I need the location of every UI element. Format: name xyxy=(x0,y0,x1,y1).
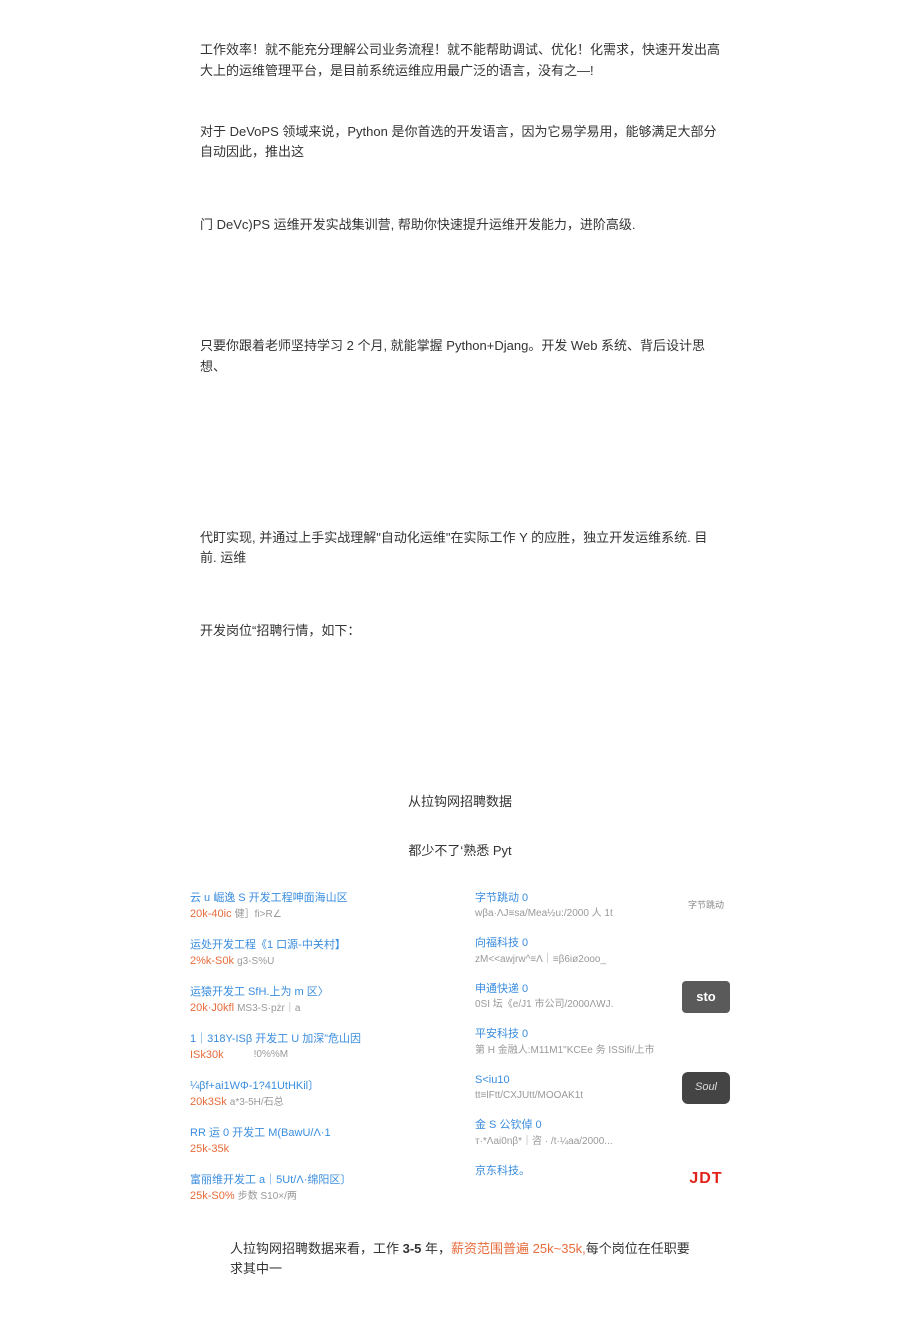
job-title-link[interactable]: 1｜318Y-ISβ 开发工 U 加深”危山因 xyxy=(190,1031,445,1048)
job-salary: ISk30k xyxy=(190,1047,224,1064)
job-meta: 健］fi>R∠ xyxy=(235,909,282,920)
sto-logo-icon: sto xyxy=(682,981,730,1013)
job-item: 向福科技 0 zM<<awjrw^≡Λ｜≡β6iø2ooo_ xyxy=(475,935,730,967)
job-salary-row: 20k-40ic 健］fi>R∠ xyxy=(190,906,445,923)
job-item: 京东科技。 JDT xyxy=(475,1163,730,1180)
soul-logo-icon: Soul xyxy=(682,1072,730,1104)
job-company-meta: 第 H 金融人:M11M1"KCEe 务 ISSifi/上市 xyxy=(475,1043,730,1058)
document-body: 工作效率！就不能充分理解公司业务流程！就不能帮助调试、优化！化需求，快速开发出高… xyxy=(0,0,920,1320)
job-meta: a*3-5H/石总 xyxy=(230,1097,284,1108)
paragraph-6: 开发岗位“招聘行情，如下： xyxy=(200,621,720,642)
paragraph-2: 对于 DeVoPS 领域来说，Python 是你首选的开发语言，因为它易学易用，… xyxy=(200,122,720,164)
job-item: 字节跳动 0 wβa·ΛJ≡sa/Mea½u:/2000 人 1t 字节跳动 xyxy=(475,890,730,922)
job-title-link[interactable]: RR 运 0 开发工 M(BawU/Λ·1 xyxy=(190,1125,445,1142)
job-item: 申通快递 0 0SI 坛《e/J1 市公司/2000ΛWJ. sto xyxy=(475,981,730,1013)
paragraph-5: 代盯实现, 并通过上手实战理解"自动化运维"在实际工作 Y 的应胜，独立开发运维… xyxy=(200,528,720,570)
job-title-link[interactable]: ¼βf+ai1WΦ-1?41UtHKil〕 xyxy=(190,1078,445,1095)
job-item: 平安科技 0 第 H 金融人:M11M1"KCEe 务 ISSifi/上市 xyxy=(475,1026,730,1058)
job-salary-row: 2%k-S0k g3-S%U xyxy=(190,953,445,970)
bottom-paragraph: 人拉钩网招聘数据来看，工作 3-5 年，薪资范围普遍 25k~35k,每个岗位在… xyxy=(200,1239,720,1281)
job-company-link[interactable]: 平安科技 0 xyxy=(475,1026,730,1043)
paragraph-3: 门 DeVc)PS 运维开发实战集训营, 帮助你快速提升运维开发能力，进阶高级. xyxy=(200,215,720,236)
bottom-salary: 薪资范围普遍 25k~35k, xyxy=(451,1241,586,1256)
section-heading-2: 都少不了‘熟悉 Pyt xyxy=(200,841,720,862)
job-company-link[interactable]: 金 S 公钦倬 0 xyxy=(475,1117,730,1134)
job-company-meta: т·*Λai0nβ*｜咨 · /t·¼aa/2000... xyxy=(475,1134,730,1149)
job-item: 云 u 崛逸 S 开发工程呻面海山区 20k-40ic 健］fi>R∠ xyxy=(190,890,445,923)
job-item: 运处开发工程《1 口源-中关村】 2%k-S0k g3-S%U xyxy=(190,937,445,970)
job-meta: MS3-S·pżr｜a xyxy=(237,1003,300,1014)
paragraph-1: 工作效率！就不能充分理解公司业务流程！就不能帮助调试、优化！化需求，快速开发出高… xyxy=(200,40,720,82)
job-column-left: 云 u 崛逸 S 开发工程呻面海山区 20k-40ic 健］fi>R∠ 运处开发… xyxy=(190,890,445,1219)
job-company-meta: zM<<awjrw^≡Λ｜≡β6iø2ooo_ xyxy=(475,952,730,967)
job-title-link[interactable]: 运猿开发工 SfH.上为 m 区〉 xyxy=(190,984,445,1001)
job-salary: 20k-40ic xyxy=(190,908,232,920)
job-title-link[interactable]: 富丽维开发工 a｜5Ut/Λ·绵阳区〕 xyxy=(190,1172,445,1189)
job-salary: 25k-S0% xyxy=(190,1190,235,1202)
job-title-link[interactable]: 运处开发工程《1 口源-中关村】 xyxy=(190,937,445,954)
job-salary: 25k-35k xyxy=(190,1143,229,1155)
job-item: 富丽维开发工 a｜5Ut/Λ·绵阳区〕 25k-S0% 步数 S10×/两 xyxy=(190,1172,445,1205)
job-company-link[interactable]: 向福科技 0 xyxy=(475,935,730,952)
job-salary: 2%k-S0k xyxy=(190,955,234,967)
job-title-link[interactable]: 云 u 崛逸 S 开发工程呻面海山区 xyxy=(190,890,445,907)
job-salary-row: 25k-35k xyxy=(190,1141,445,1158)
job-column-right: 字节跳动 0 wβa·ΛJ≡sa/Mea½u:/2000 人 1t 字节跳动 向… xyxy=(475,890,730,1219)
job-item: ¼βf+ai1WΦ-1?41UtHKil〕 20k3Sk a*3-5H/石总 xyxy=(190,1078,445,1111)
job-item: 金 S 公钦倬 0 т·*Λai0nβ*｜咨 · /t·¼aa/2000... xyxy=(475,1117,730,1149)
job-meta: 步数 S10×/两 xyxy=(238,1191,297,1202)
section-heading-1: 从拉钩网招聘数据 xyxy=(200,792,720,813)
job-meta: !0%%M xyxy=(254,1047,288,1064)
paragraph-4: 只要你跟着老师坚持学习 2 个月, 就能掌握 Python+Djang。开发 W… xyxy=(200,336,720,378)
job-salary-row: 20k3Sk a*3-5H/石总 xyxy=(190,1094,445,1111)
bytedance-logo-icon: 字节跳动 xyxy=(682,890,730,922)
job-salary-row: ISk30k !0%%M xyxy=(190,1047,445,1064)
bottom-prefix: 人拉钩网招聘数据来看，工作 xyxy=(230,1241,403,1256)
job-item: 运猿开发工 SfH.上为 m 区〉 20k·J0kfl MS3-S·pżr｜a xyxy=(190,984,445,1017)
bottom-years: 3-5 xyxy=(403,1241,422,1256)
jdt-logo-icon: JDT xyxy=(682,1163,730,1195)
bottom-mid: 年， xyxy=(421,1241,451,1256)
job-meta: g3-S%U xyxy=(237,956,274,967)
job-listing-table: 云 u 崛逸 S 开发工程呻面海山区 20k-40ic 健］fi>R∠ 运处开发… xyxy=(190,890,730,1219)
job-item: S<iu10 tt≡lFtt/CXJUtt/MOOAK1t Soul xyxy=(475,1072,730,1104)
job-salary-row: 25k-S0% 步数 S10×/两 xyxy=(190,1188,445,1205)
job-item: RR 运 0 开发工 M(BawU/Λ·1 25k-35k xyxy=(190,1125,445,1158)
job-item: 1｜318Y-ISβ 开发工 U 加深”危山因 ISk30k !0%%M xyxy=(190,1031,445,1064)
job-salary: 20k3Sk xyxy=(190,1096,227,1108)
job-salary: 20k·J0kfl xyxy=(190,1002,234,1014)
job-salary-row: 20k·J0kfl MS3-S·pżr｜a xyxy=(190,1000,445,1017)
